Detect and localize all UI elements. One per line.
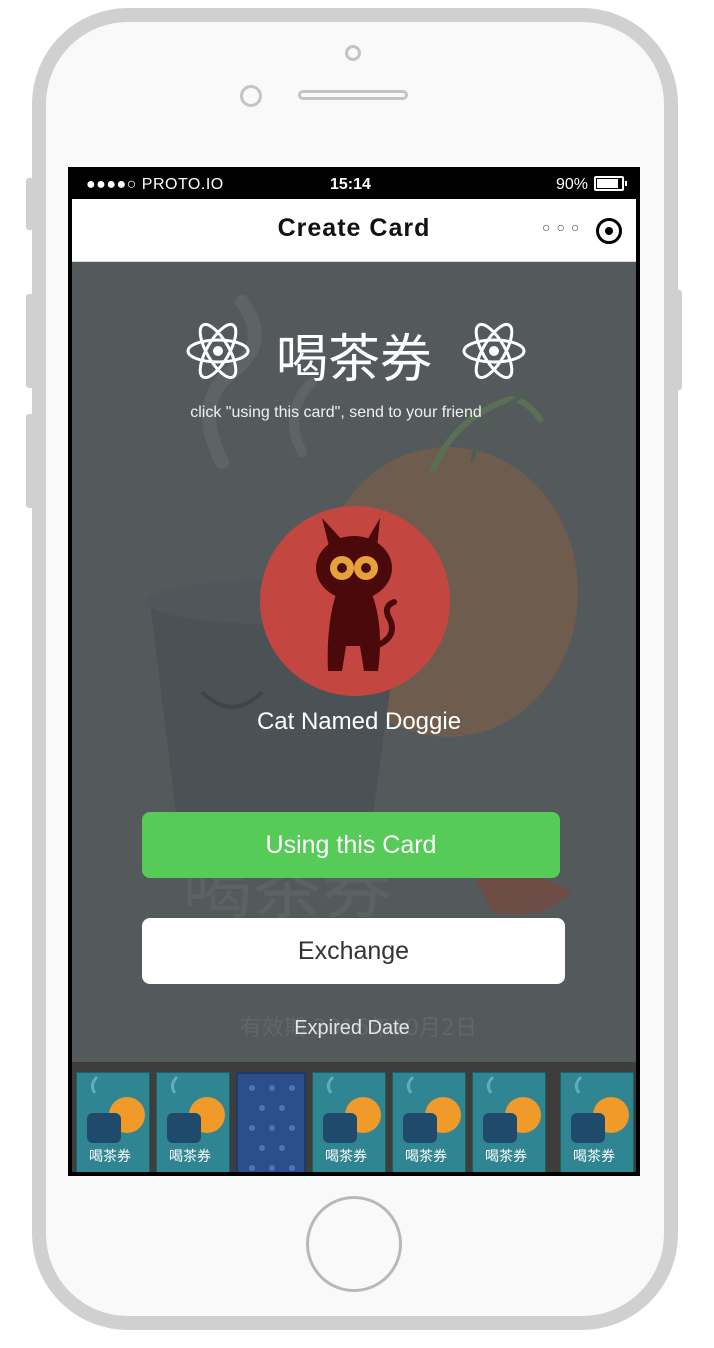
battery-percent: 90% [555, 176, 588, 193]
clock: 15:14 [330, 176, 371, 193]
target-icon[interactable] [596, 218, 622, 244]
status-bar: ●●●●○ PROTO.IO 15:14 90% [72, 171, 636, 199]
home-button[interactable] [306, 1196, 402, 1292]
template-thumbnail[interactable]: 喝茶券 [76, 1072, 150, 1172]
avatar [260, 506, 450, 696]
more-dots-icon[interactable]: ○○○ [542, 219, 585, 235]
thumbnail-label: 喝茶券 [573, 1149, 615, 1165]
atom-icon [462, 322, 526, 380]
cat-name: Cat Named Doggie [256, 708, 462, 735]
tea-card-icon: 喝茶券 [571, 1075, 629, 1165]
tea-card-icon: 喝茶券 [167, 1075, 225, 1165]
template-thumbnail[interactable]: 喝茶券 [472, 1072, 546, 1172]
earpiece-speaker [298, 90, 408, 100]
exchange-button[interactable]: Exchange [142, 918, 565, 984]
card-instruction: click "using this card", send to your fr… [190, 404, 482, 421]
tea-card-icon: 喝茶券 [403, 1075, 461, 1165]
using-this-card-button[interactable]: Using this Card [142, 812, 560, 878]
thumbnail-label: 喝茶券 [89, 1149, 131, 1165]
tea-card-icon: 喝茶券 [483, 1075, 541, 1165]
template-thumbnail[interactable]: 喝茶券 [392, 1072, 466, 1172]
volume-down-button [26, 414, 34, 508]
card-preview: 喝茶券 喝茶券 click "using this card", send to… [72, 262, 636, 1062]
tea-card-icon: 喝茶券 [323, 1075, 381, 1165]
thumbnail-label: 喝茶券 [485, 1149, 527, 1165]
template-thumbnail[interactable]: 喝茶券 [156, 1072, 230, 1172]
power-button [674, 290, 682, 390]
mute-switch [26, 178, 34, 230]
template-thumbnail-selected[interactable] [236, 1072, 306, 1172]
thumbnail-label: 喝茶券 [169, 1149, 211, 1165]
battery-indicator: 90% [555, 176, 627, 194]
volume-up-button [26, 294, 34, 388]
nav-bar: Create Card ○○○ [72, 199, 636, 262]
raindrop-pattern-icon [249, 1085, 295, 1171]
expired-date-label: Expired Date [294, 1017, 410, 1039]
thumbnail-label: 喝茶券 [405, 1149, 447, 1165]
tea-card-icon: 喝茶券 [87, 1075, 145, 1165]
card-heading: 喝茶券 [275, 330, 432, 390]
template-thumbnail[interactable]: 喝茶券 [312, 1072, 386, 1172]
proximity-sensor [345, 45, 361, 61]
card-template-strip[interactable]: 喝茶券 喝茶券 喝茶券 喝茶券 喝茶券 喝茶券 [72, 1062, 636, 1172]
thumbnail-label: 喝茶券 [325, 1149, 367, 1165]
front-camera [240, 85, 262, 107]
carrier-label: ●●●●○ PROTO.IO [86, 176, 224, 193]
cat-icon [316, 518, 397, 671]
battery-icon [594, 176, 627, 191]
phone-screen: ●●●●○ PROTO.IO 15:14 90% Create Card ○○○… [68, 167, 640, 1176]
template-thumbnail[interactable]: 喝茶券 [560, 1072, 634, 1172]
